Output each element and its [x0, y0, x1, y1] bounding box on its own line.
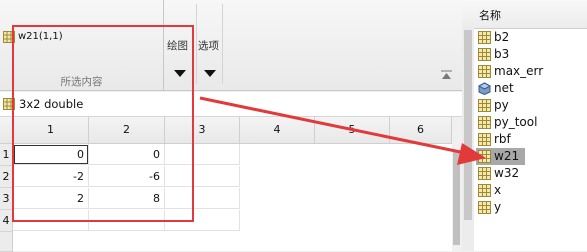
workspace-variable-name: w32	[494, 166, 520, 180]
matrix-icon	[478, 184, 491, 197]
name-column-header[interactable]: 名称	[479, 7, 501, 23]
highlight-box	[12, 25, 194, 222]
workspace-variable-name: net	[494, 81, 514, 95]
options-dropdown-icon[interactable]	[204, 70, 216, 77]
workspace-variable-row[interactable]: y	[476, 199, 587, 216]
network-object-icon	[478, 82, 491, 95]
matrix-icon	[478, 133, 491, 146]
workspace-variable-row[interactable]: x	[476, 182, 587, 199]
matrix-icon	[478, 48, 491, 61]
workspace-variable-row[interactable]: py_tool	[476, 114, 587, 131]
row-header[interactable]	[0, 232, 13, 252]
column-header[interactable]: 4	[240, 117, 315, 144]
matrix-icon	[478, 150, 491, 163]
workspace-variable-row[interactable]: b2	[476, 29, 587, 46]
matrix-icon	[478, 31, 491, 44]
workspace-scroll-thumb[interactable]	[464, 30, 472, 220]
workspace-variable-row[interactable]: rbf	[476, 131, 587, 148]
ribbon-separator	[222, 4, 223, 84]
workspace-variable-row[interactable]: w32	[476, 165, 587, 182]
workspace-variable-name: max_err	[494, 64, 544, 78]
column-header[interactable]: 6	[390, 117, 452, 144]
workspace-variable-row[interactable]: net	[476, 80, 587, 97]
workspace-variable-name: py	[494, 98, 509, 112]
matrix-icon	[478, 116, 491, 129]
matrix-icon	[478, 201, 491, 214]
workspace-variable-name: b3	[494, 47, 510, 61]
column-header[interactable]: 5	[315, 117, 390, 144]
collapse-toolstrip-icon[interactable]	[440, 70, 453, 80]
workspace-variable-name: x	[494, 183, 502, 197]
ribbon-separator	[196, 4, 197, 84]
options-button-label[interactable]: 选项	[198, 38, 219, 53]
matrix-icon	[478, 167, 491, 180]
workspace-variable-name: py_tool	[494, 115, 538, 129]
workspace-variable-name: b2	[494, 30, 510, 44]
workspace-variable-row[interactable]: w21	[476, 148, 525, 165]
matrix-icon	[478, 99, 491, 112]
workspace-variable-name: y	[494, 200, 502, 214]
grid-scroll-thumb[interactable]	[453, 150, 460, 245]
workspace-variable-row[interactable]: b3	[476, 46, 587, 63]
workspace-variable-row[interactable]: max_err	[476, 63, 587, 80]
matrix-icon	[478, 65, 491, 78]
workspace-variable-row[interactable]: py	[476, 97, 587, 114]
workspace-variable-name: rbf	[494, 132, 511, 146]
workspace-variable-name: w21	[494, 149, 520, 163]
